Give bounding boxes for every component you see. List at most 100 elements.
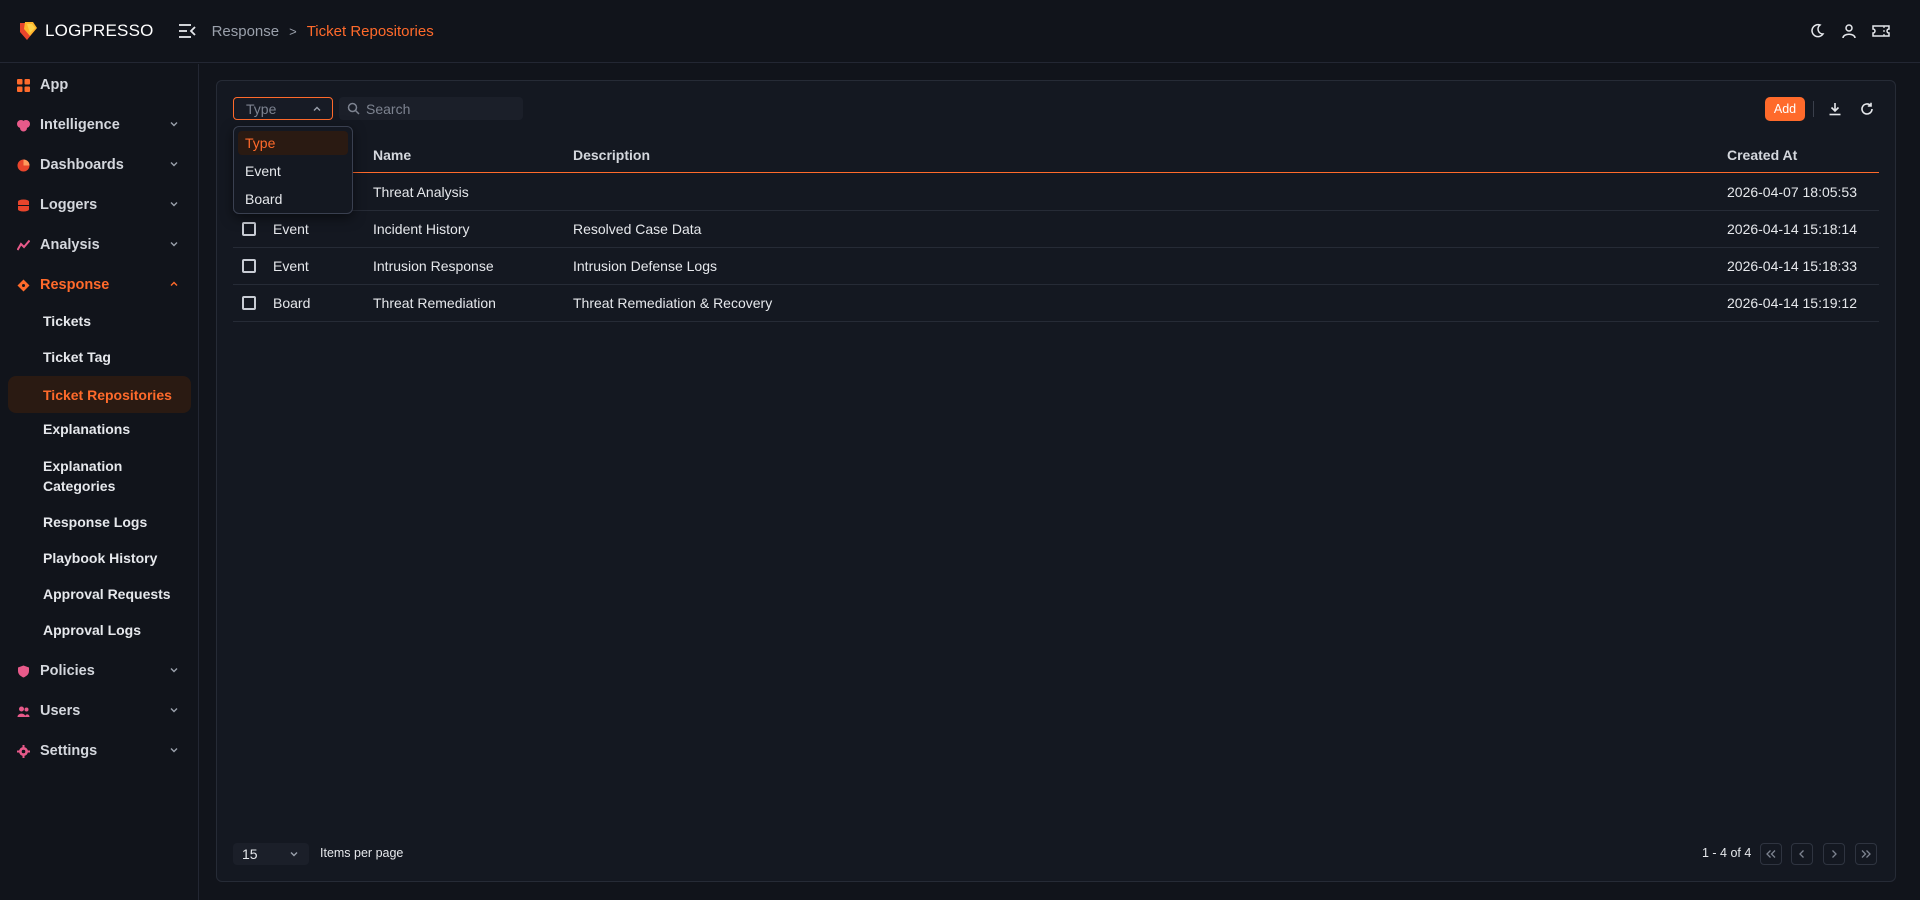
column-header-created-at[interactable]: Created At: [1727, 147, 1797, 163]
table-header-divider: [233, 172, 1879, 173]
sidebar-subitem-label: Approval Logs: [43, 622, 142, 638]
database-icon: [17, 199, 30, 212]
search-input[interactable]: [366, 100, 516, 117]
ticket-icon: [17, 279, 30, 292]
chevron-down-icon: [170, 708, 178, 713]
add-button[interactable]: Add: [1765, 97, 1805, 121]
column-header-name[interactable]: Name: [373, 147, 411, 163]
chevron-down-icon: [170, 162, 178, 167]
sidebar-subitem-label: Approval Requests: [43, 586, 171, 602]
sidebar-item-analysis[interactable]: Analysis: [8, 228, 191, 262]
sidebar-item-label: Response: [40, 277, 110, 293]
sidebar-item-intelligence[interactable]: Intelligence: [8, 108, 191, 142]
ticket-icon[interactable]: [1870, 20, 1892, 42]
row-checkbox[interactable]: [242, 222, 256, 236]
logo[interactable]: LOGPRESSO: [17, 20, 154, 42]
row-description: Resolved Case Data: [573, 221, 702, 237]
menu-toggle-icon[interactable]: [176, 20, 198, 42]
sidebar-item-settings[interactable]: Settings: [8, 734, 191, 768]
sidebar-item-label: App: [40, 77, 69, 93]
sidebar-item-label: Settings: [40, 743, 98, 759]
breadcrumb-current: Ticket Repositories: [306, 22, 434, 40]
row-type: Board: [273, 295, 311, 311]
dropdown-option-type[interactable]: Type: [238, 131, 348, 155]
chevron-down-icon: [170, 242, 178, 247]
user-icon[interactable]: [1838, 20, 1860, 42]
sidebar-subitem-approval-requests[interactable]: Approval Requests: [8, 579, 191, 609]
next-page-icon[interactable]: [1823, 843, 1845, 865]
content-panel: [216, 80, 1896, 882]
row-checkbox[interactable]: [242, 296, 256, 310]
row-created-at: 2026-04-14 15:18:14: [1727, 221, 1857, 237]
sidebar-subitem-ticket-tag[interactable]: Ticket Tag: [8, 342, 191, 372]
row-divider: [233, 284, 1879, 285]
sidebar: App Intelligence Dashboards Loggers Anal…: [0, 64, 199, 900]
sidebar-item-label: Intelligence: [40, 117, 120, 133]
dropdown-option-event[interactable]: Event: [238, 159, 348, 183]
sidebar-item-policies[interactable]: Policies: [8, 654, 191, 688]
row-divider: [233, 210, 1879, 211]
sidebar-subitem-label: Response Logs: [43, 514, 148, 530]
sidebar-item-label: Loggers: [40, 197, 98, 213]
row-description: Threat Remediation & Recovery: [573, 295, 773, 311]
row-name: Intrusion Response: [373, 258, 494, 274]
pie-chart-icon: [17, 159, 30, 172]
download-icon[interactable]: [1825, 99, 1845, 119]
row-name: Incident History: [373, 221, 470, 237]
chevron-down-icon: [170, 202, 178, 207]
column-header-description[interactable]: Description: [573, 147, 650, 163]
chart-line-icon: [16, 239, 31, 252]
header-actions: [1806, 20, 1892, 42]
toolbar-divider: [1813, 101, 1814, 117]
chevron-down-icon: [170, 122, 178, 127]
sidebar-item-label: Users: [40, 703, 81, 719]
row-divider: [233, 321, 1879, 322]
first-page-icon[interactable]: [1760, 843, 1782, 865]
row-name: Threat Remediation: [373, 295, 496, 311]
sidebar-subitem-explanation-categories[interactable]: Explanation Categories: [8, 454, 168, 498]
items-per-page-label: Items per page: [320, 846, 404, 860]
moon-icon[interactable]: [1806, 20, 1828, 42]
breadcrumb-parent[interactable]: Response: [212, 23, 280, 40]
brain-icon: [17, 119, 30, 132]
sidebar-item-app[interactable]: App: [8, 68, 191, 102]
row-created-at: 2026-04-14 15:19:12: [1727, 295, 1857, 311]
dropdown-option-board[interactable]: Board: [238, 187, 348, 211]
users-icon: [17, 705, 30, 718]
app-header: LOGPRESSO Response > Ticket Repositories: [0, 0, 1920, 63]
sidebar-item-label: Policies: [40, 663, 95, 679]
logo-icon: [17, 20, 39, 42]
items-per-page-select[interactable]: 15: [233, 843, 309, 865]
search-box: [339, 97, 523, 120]
breadcrumb-separator: >: [289, 23, 297, 39]
type-filter-dropdown: Type Event Board: [233, 126, 353, 214]
sidebar-item-users[interactable]: Users: [8, 694, 191, 728]
sidebar-subitem-label: Explanations: [43, 421, 131, 437]
refresh-icon[interactable]: [1857, 99, 1877, 119]
chevron-up-icon: [170, 281, 178, 286]
chevron-down-icon: [170, 668, 178, 673]
type-filter-select[interactable]: Type: [233, 97, 333, 120]
sidebar-item-dashboards[interactable]: Dashboards: [8, 148, 191, 182]
sidebar-subitem-tickets[interactable]: Tickets: [8, 306, 191, 336]
last-page-icon[interactable]: [1855, 843, 1877, 865]
sidebar-subitem-approval-logs[interactable]: Approval Logs: [8, 615, 191, 645]
sidebar-subitem-label: Ticket Tag: [43, 349, 111, 365]
sidebar-item-label: Analysis: [40, 237, 100, 253]
breadcrumb: Response > Ticket Repositories: [212, 23, 434, 40]
sidebar-item-loggers[interactable]: Loggers: [8, 188, 191, 222]
sidebar-subitem-playbook-history[interactable]: Playbook History: [8, 543, 191, 573]
sidebar-subitem-ticket-repositories[interactable]: Ticket Repositories: [8, 376, 191, 413]
sidebar-subitem-response-logs[interactable]: Response Logs: [8, 507, 191, 537]
row-name: Threat Analysis: [373, 184, 469, 200]
sidebar-subitem-label: Tickets: [43, 313, 91, 329]
row-divider: [233, 247, 1879, 248]
shield-icon: [17, 665, 30, 678]
previous-page-icon[interactable]: [1791, 843, 1813, 865]
sidebar-item-response[interactable]: Response: [8, 268, 191, 302]
row-type: Event: [273, 258, 309, 274]
row-type: Event: [273, 221, 309, 237]
row-checkbox[interactable]: [242, 259, 256, 273]
chevron-up-icon: [313, 106, 321, 111]
sidebar-subitem-explanations[interactable]: Explanations: [8, 414, 191, 444]
